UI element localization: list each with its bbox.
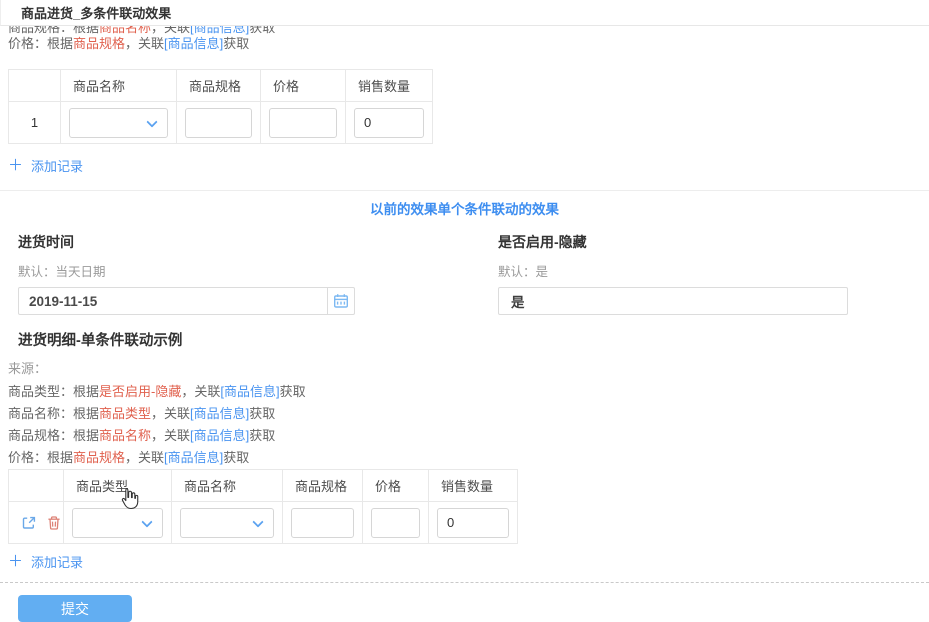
hint-line: 商品规格：根据商品名称，关联[商品信息]获取 [8, 26, 929, 36]
hint-segment: [商品信息] [190, 26, 249, 35]
column-header-product-name: 商品名称 [61, 70, 177, 102]
window-titlebar: 商品进货_多条件联动效果 [0, 0, 929, 26]
hint-segment: ，关联 [151, 26, 190, 35]
section-divider-banner: 以前的效果单个条件联动的效果 [0, 190, 929, 218]
hint-segment: 获取 [249, 406, 275, 421]
hint-segment: 商品规格 [73, 36, 125, 51]
table-row [9, 502, 518, 544]
hint-line: 商品规格：根据商品名称，关联[商品信息]获取 [8, 425, 929, 447]
column-header-price: 价格 [261, 70, 346, 102]
hint-segment: 商品名称 [99, 26, 151, 35]
table-row: 1 [9, 102, 433, 144]
hint-segment: 获取 [223, 36, 249, 51]
column-header-sales-qty: 销售数量 [429, 470, 518, 502]
hint-segment: 价格：根据 [8, 450, 73, 465]
hint-segment: ，关联 [151, 428, 190, 443]
purchase-time-field: 进货时间 默认：当天日期 [18, 232, 355, 315]
detail-section-title: 进货明细-单条件联动示例 [18, 329, 929, 350]
submit-button[interactable]: 提交 [18, 595, 132, 622]
enabled-hidden-label: 是否启用-隐藏 [498, 232, 848, 252]
hint-segment: 商品规格：根据 [8, 26, 99, 35]
enabled-hidden-default-hint: 默认：是 [498, 261, 848, 280]
price-input[interactable] [371, 508, 420, 538]
hint-segment: ，关联 [125, 450, 164, 465]
table-header-row: 商品名称 商品规格 价格 销售数量 [9, 70, 433, 102]
hint-segment: 获取 [223, 450, 249, 465]
column-header-product-name: 商品名称 [172, 470, 283, 502]
hint-line: 价格：根据商品规格，关联[商品信息]获取 [8, 447, 929, 469]
chevron-down-icon [252, 516, 263, 527]
hint-segment: 获取 [249, 26, 275, 35]
add-record-link[interactable]: ＋ 添加记录 [8, 156, 83, 174]
table-header-row: 商品类型 商品名称 商品规格 价格 销售数量 [9, 470, 518, 502]
price-input[interactable] [269, 108, 337, 138]
form-body: 商品规格：根据商品名称，关联[商品信息]获取 价格：根据商品规格，关联[商品信息… [0, 26, 929, 622]
open-record-icon[interactable] [21, 515, 37, 531]
product-spec-input[interactable] [291, 508, 354, 538]
dashed-divider [0, 582, 929, 583]
hint-segment: ，关联 [151, 406, 190, 421]
column-header-product-type: 商品类型 [64, 470, 172, 502]
calendar-icon[interactable] [327, 287, 355, 315]
hint-segment: [商品信息] [190, 406, 249, 421]
hint-line: 商品名称：根据商品类型，关联[商品信息]获取 [8, 403, 929, 425]
hint-segment: [商品信息] [190, 428, 249, 443]
plus-icon: ＋ [8, 554, 23, 569]
purchase-time-label: 进货时间 [18, 232, 355, 252]
row-index-cell: 1 [9, 102, 61, 144]
page-title: 商品进货_多条件联动效果 [21, 3, 171, 22]
product-type-select[interactable] [72, 508, 163, 538]
hint-segment: 商品名称：根据 [8, 406, 99, 421]
delete-row-icon[interactable] [46, 515, 62, 531]
enabled-hidden-field: 是否启用-隐藏 默认：是 [498, 232, 848, 315]
hint-segment: 是否启用-隐藏 [99, 384, 181, 399]
add-record-label: 添加记录 [31, 156, 83, 175]
hint-segment: ，关联 [181, 384, 220, 399]
product-name-select[interactable] [180, 508, 274, 538]
hint-segment: 商品规格：根据 [8, 428, 99, 443]
column-header-actions [9, 470, 64, 502]
form-fields-row: 进货时间 默认：当天日期 是否启用-隐藏 [18, 232, 929, 315]
chevron-down-icon [141, 516, 152, 527]
purchase-time-default-hint: 默认：当天日期 [18, 261, 355, 280]
hint-segment: 获取 [249, 428, 275, 443]
purchase-time-input[interactable] [18, 287, 328, 315]
product-name-select[interactable] [69, 108, 168, 138]
hint-segment: 商品类型：根据 [8, 384, 99, 399]
hint-segment: 价格：根据 [8, 36, 73, 51]
column-header-index [9, 70, 61, 102]
hint-segment: 获取 [280, 384, 306, 399]
source-label: 来源： [8, 358, 929, 377]
sales-quantity-input[interactable] [437, 508, 509, 538]
plus-icon: ＋ [8, 158, 23, 173]
banner-title: 以前的效果单个条件联动的效果 [0, 198, 929, 218]
column-header-sales-qty: 销售数量 [346, 70, 433, 102]
linkage-hints-detail: 商品类型：根据是否启用-隐藏，关联[商品信息]获取 商品名称：根据商品类型，关联… [8, 381, 929, 469]
product-spec-input[interactable] [185, 108, 252, 138]
hint-segment: 商品类型 [99, 406, 151, 421]
column-header-product-spec: 商品规格 [283, 470, 363, 502]
enabled-hidden-input[interactable] [498, 287, 848, 315]
purchase-time-input-group [18, 287, 355, 315]
hint-segment: 商品规格 [73, 450, 125, 465]
chevron-down-icon [146, 116, 157, 127]
column-header-price: 价格 [363, 470, 429, 502]
sales-quantity-input[interactable] [354, 108, 424, 138]
hint-segment: [商品信息] [220, 384, 279, 399]
hint-segment: 商品名称 [99, 428, 151, 443]
hint-line: 商品类型：根据是否启用-隐藏，关联[商品信息]获取 [8, 381, 929, 403]
multi-condition-items-table: 商品名称 商品规格 价格 销售数量 1 [8, 69, 433, 144]
hint-segment: ，关联 [125, 36, 164, 51]
column-header-product-spec: 商品规格 [177, 70, 261, 102]
hint-line: 价格：根据商品规格，关联[商品信息]获取 [8, 36, 929, 52]
hint-segment: [商品信息] [164, 36, 223, 51]
add-record-label: 添加记录 [31, 552, 83, 571]
hint-segment: [商品信息] [164, 450, 223, 465]
add-record-link[interactable]: ＋ 添加记录 [8, 552, 83, 570]
single-condition-items-table: 商品类型 商品名称 商品规格 价格 销售数量 [8, 469, 518, 544]
linkage-hints-top: 商品规格：根据商品名称，关联[商品信息]获取 价格：根据商品规格，关联[商品信息… [8, 26, 929, 59]
